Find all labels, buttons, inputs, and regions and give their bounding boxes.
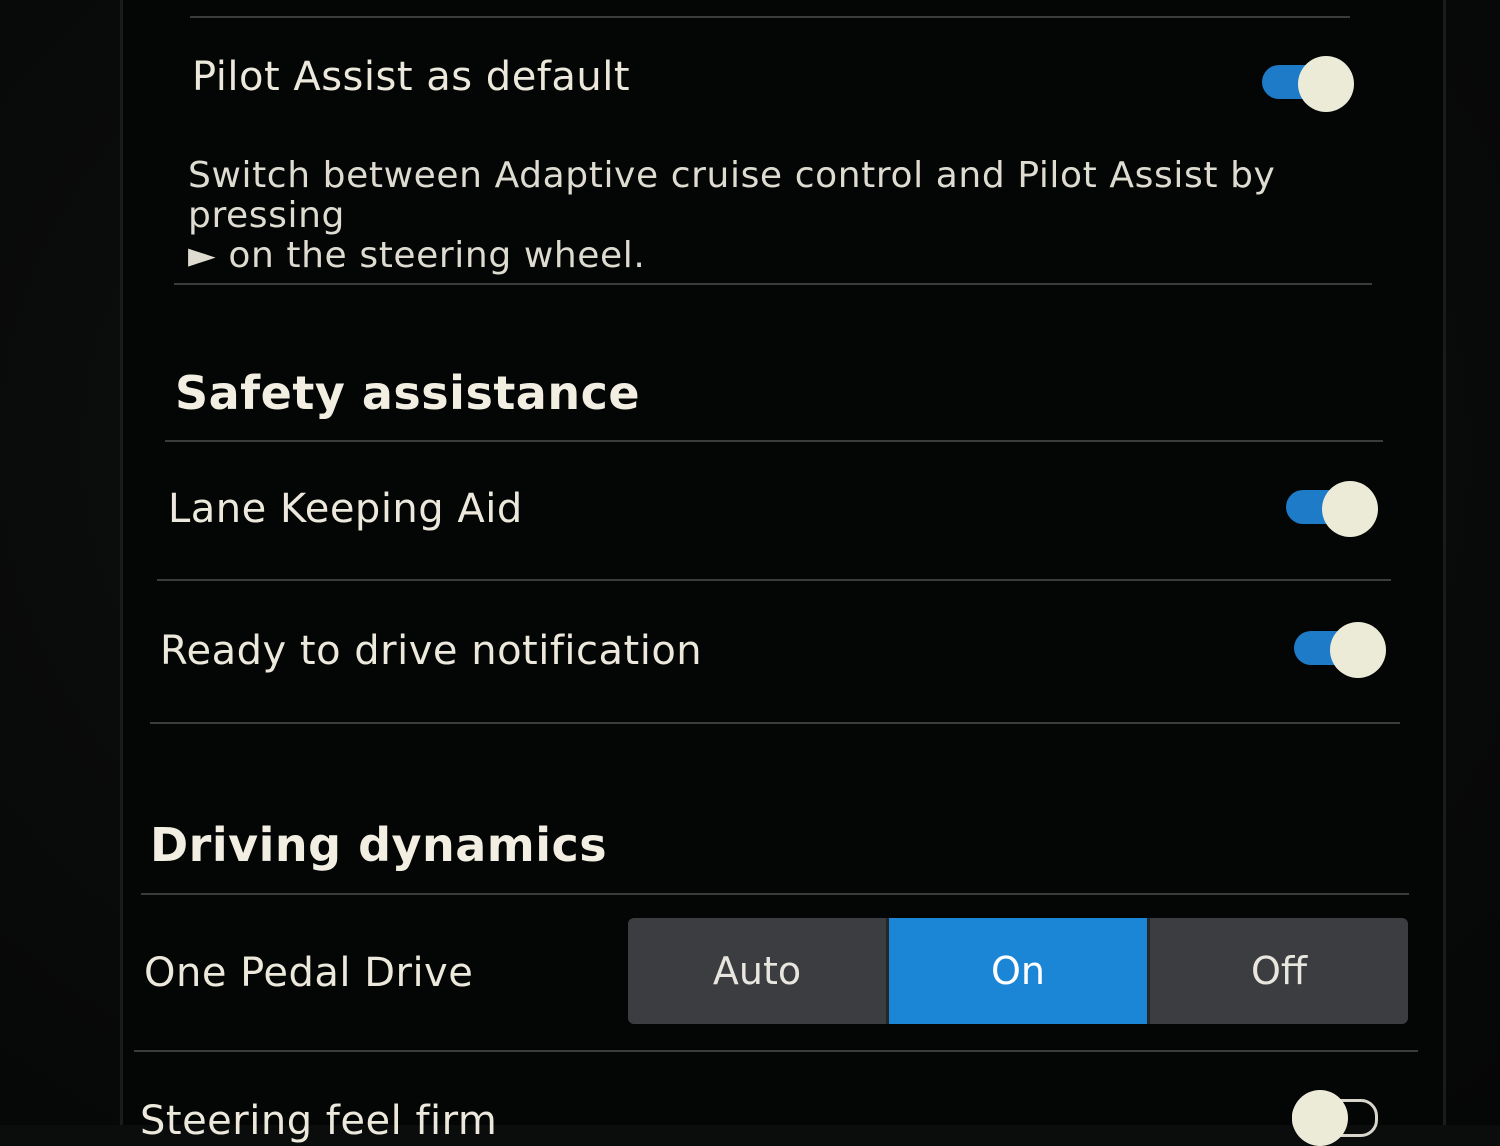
divider-top (190, 16, 1350, 18)
pilot-assist-description: Switch between Adaptive cruise control a… (188, 156, 1368, 276)
pilot-assist-default-toggle[interactable] (1262, 56, 1354, 112)
steering-feel-firm-toggle[interactable] (1292, 1090, 1384, 1146)
pilot-assist-description-line1: Switch between Adaptive cruise control a… (188, 155, 1276, 236)
pilot-assist-description-line2: ► on the steering wheel. (188, 235, 646, 276)
one-pedal-drive-segmented-control: Auto On Off (628, 918, 1408, 1024)
steering-feel-firm-label: Steering feel firm (140, 1098, 498, 1144)
lane-keeping-aid-toggle[interactable] (1286, 481, 1378, 537)
ready-to-drive-label: Ready to drive notification (160, 628, 703, 674)
pilot-assist-default-label: Pilot Assist as default (192, 54, 631, 100)
divider-safety-title (165, 440, 1383, 442)
toggle-knob (1330, 622, 1386, 678)
ready-to-drive-toggle[interactable] (1294, 622, 1386, 678)
toggle-knob (1322, 481, 1378, 537)
toggle-knob (1292, 1090, 1348, 1146)
toggle-knob (1298, 56, 1354, 112)
device-bezel: Pilot Assist as default Switch between A… (0, 0, 1500, 1146)
one-pedal-drive-label: One Pedal Drive (144, 950, 474, 996)
divider-pilot-assist (174, 283, 1372, 285)
section-title-safety-assistance: Safety assistance (175, 366, 641, 420)
divider-driving-title (141, 893, 1409, 895)
divider-lane-keeping (157, 579, 1391, 581)
divider-ready-to-drive (150, 722, 1400, 724)
one-pedal-drive-option-off[interactable]: Off (1150, 918, 1408, 1024)
one-pedal-drive-option-auto[interactable]: Auto (628, 918, 889, 1024)
divider-one-pedal (134, 1050, 1418, 1052)
one-pedal-drive-option-on[interactable]: On (889, 918, 1150, 1024)
lane-keeping-aid-label: Lane Keeping Aid (168, 486, 523, 532)
section-title-driving-dynamics: Driving dynamics (150, 818, 608, 872)
